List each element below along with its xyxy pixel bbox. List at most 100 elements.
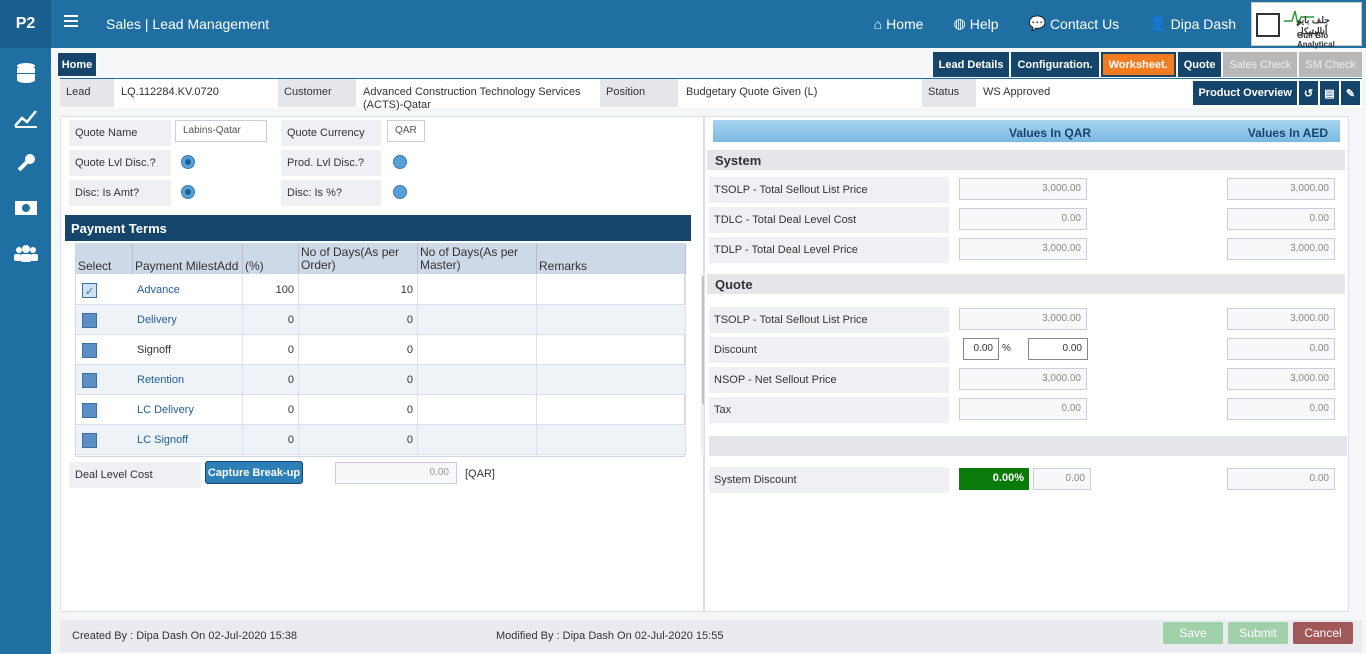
system-tdlc-aed: 0.00	[1227, 208, 1335, 230]
home-tab[interactable]: Home	[57, 52, 97, 77]
discount-amount-input[interactable]: 0.00	[1028, 338, 1088, 360]
discount-pct-input[interactable]: 0.00	[963, 338, 999, 360]
milestone-days-order[interactable]: 10	[299, 275, 418, 305]
chat-icon: 💬	[1028, 15, 1046, 31]
modified-by: Modified By : Dipa Dash On 02-Jul-2020 1…	[496, 630, 724, 642]
row-checkbox[interactable]	[82, 433, 97, 448]
milestone-name: Advance	[133, 275, 243, 305]
tab-quote[interactable]: Quote	[1177, 52, 1222, 77]
milestone-pct[interactable]: 0	[243, 305, 299, 335]
product-overview-button[interactable]: Product Overview	[1193, 81, 1297, 105]
customer-value: Advanced Construction Technology Service…	[363, 86, 581, 111]
quote-name-input[interactable]: Labins-Qatar	[175, 120, 267, 142]
milestone-name: Delivery	[133, 305, 243, 335]
worksheet-left-panel: Quote Name Labins-Qatar Quote Currency Q…	[60, 116, 709, 612]
nsop-label: NSOP - Net Sellout Price	[709, 367, 949, 393]
history-icon[interactable]: ↺	[1299, 81, 1318, 105]
milestone-days-order[interactable]: 0	[299, 425, 418, 455]
milestone-days-order[interactable]: 0	[299, 395, 418, 425]
col-select: Select	[76, 244, 133, 274]
system-tdlc-qar: 0.00	[959, 208, 1087, 230]
milestone-name: Signoff	[133, 335, 243, 365]
milestone-remarks[interactable]	[537, 305, 686, 335]
home-icon: ⌂	[873, 15, 883, 32]
nav-contact[interactable]: 💬 Contact Us	[1029, 15, 1120, 32]
disc-pct-label: Disc: Is %?	[281, 180, 381, 206]
nsop-qar: 3,000.00	[959, 368, 1087, 390]
company-logo: جلف بايو أناليتيكل Gulf Bio Analytical	[1251, 2, 1362, 49]
submit-button[interactable]: Submit	[1228, 622, 1288, 644]
database-icon[interactable]	[0, 50, 51, 95]
company-name-en: Gulf Bio Analytical	[1297, 31, 1335, 49]
quote-section-title: Quote	[707, 274, 1345, 294]
deal-level-cost-input[interactable]: 0.00	[335, 462, 457, 484]
menu-icon[interactable]	[64, 15, 78, 29]
milestone-days-order[interactable]: 0	[299, 305, 418, 335]
edit-icon[interactable]: ✎	[1341, 81, 1360, 105]
quote-currency-input[interactable]: QAR	[387, 120, 425, 142]
money-icon[interactable]	[0, 185, 51, 230]
lead-info-bar: Lead LQ.112284.KV.0720 Customer Advanced…	[60, 78, 1362, 111]
milestone-remarks[interactable]	[537, 395, 686, 425]
tab-worksheet[interactable]: Worksheet.	[1100, 52, 1176, 77]
app-logo[interactable]: P2	[0, 0, 51, 48]
tab-sales-check[interactable]: Sales Check	[1223, 52, 1298, 77]
cancel-button[interactable]: Cancel	[1293, 622, 1353, 644]
milestone-pct[interactable]: 0	[243, 335, 299, 365]
milestone-pct[interactable]: 0	[243, 365, 299, 395]
row-checkbox[interactable]	[82, 373, 97, 388]
nav-help[interactable]: ◍ Help	[953, 15, 998, 32]
top-bar: P2 Sales | Lead Management ⌂ Home ◍ Help 💬…	[0, 0, 1366, 49]
customer-label: Customer	[278, 79, 356, 107]
row-checkbox[interactable]	[82, 313, 97, 328]
section-divider	[709, 436, 1347, 456]
position-value: Budgetary Quote Given (L)	[686, 86, 818, 98]
disc-pct-radio[interactable]	[393, 185, 407, 199]
milestone-remarks[interactable]	[537, 425, 686, 455]
info-actions: Product Overview ↺ ▤ ✎	[1193, 81, 1360, 105]
milestone-days-master	[418, 305, 537, 335]
tab-lead-details[interactable]: Lead Details	[932, 52, 1010, 77]
table-row: Delivery 0 0	[76, 305, 686, 335]
system-tsolp-qar: 3,000.00	[959, 178, 1087, 200]
capture-breakup-button[interactable]: Capture Break-up	[205, 461, 303, 484]
row-checkbox[interactable]	[82, 343, 97, 358]
row-checkbox[interactable]	[82, 403, 97, 418]
lead-label: Lead	[60, 79, 114, 107]
system-tdlp-aed: 3,000.00	[1227, 238, 1335, 260]
milestone-days-order[interactable]: 0	[299, 365, 418, 395]
milestone-days-master	[418, 395, 537, 425]
users-icon[interactable]	[0, 230, 51, 275]
wrench-icon[interactable]	[0, 140, 51, 185]
quote-tsolp-qar: 3,000.00	[959, 308, 1087, 330]
chart-line-icon[interactable]	[0, 95, 51, 140]
milestone-days-order[interactable]: 0	[299, 335, 418, 365]
row-checkbox[interactable]: ✓	[82, 283, 97, 298]
export-icon[interactable]: ▤	[1320, 81, 1339, 105]
system-tsolp-aed: 3,000.00	[1227, 178, 1335, 200]
milestone-pct[interactable]: 100	[243, 275, 299, 305]
prod-lvl-disc-label: Prod. Lvl Disc.?	[281, 150, 381, 176]
milestone-pct[interactable]: 0	[243, 395, 299, 425]
sidebar	[0, 48, 51, 654]
nsop-aed: 3,000.00	[1227, 368, 1335, 390]
milestone-pct[interactable]: 0	[243, 425, 299, 455]
milestone-name: Retention	[133, 365, 243, 395]
milestone-remarks[interactable]	[537, 365, 686, 395]
nav-user[interactable]: 👤 Dipa Dash	[1149, 15, 1236, 32]
milestone-days-master	[418, 425, 537, 455]
discount-aed: 0.00	[1227, 338, 1335, 360]
disc-amt-radio[interactable]	[181, 185, 195, 199]
prod-lvl-disc-radio[interactable]	[393, 155, 407, 169]
tab-sm-check[interactable]: SM Check	[1299, 52, 1362, 77]
milestone-remarks[interactable]	[537, 275, 686, 305]
milestone-days-master	[418, 275, 537, 305]
milestone-name: LC Delivery	[133, 395, 243, 425]
quote-lvl-disc-radio[interactable]	[181, 155, 195, 169]
save-button[interactable]: Save	[1163, 622, 1223, 644]
milestone-remarks[interactable]	[537, 335, 686, 365]
payment-terms-title: Payment Terms	[65, 215, 691, 241]
tab-configuration[interactable]: Configuration.	[1011, 52, 1099, 77]
col-days-master: No of Days(As per Master)	[418, 244, 537, 274]
nav-home[interactable]: ⌂ Home	[874, 15, 924, 32]
